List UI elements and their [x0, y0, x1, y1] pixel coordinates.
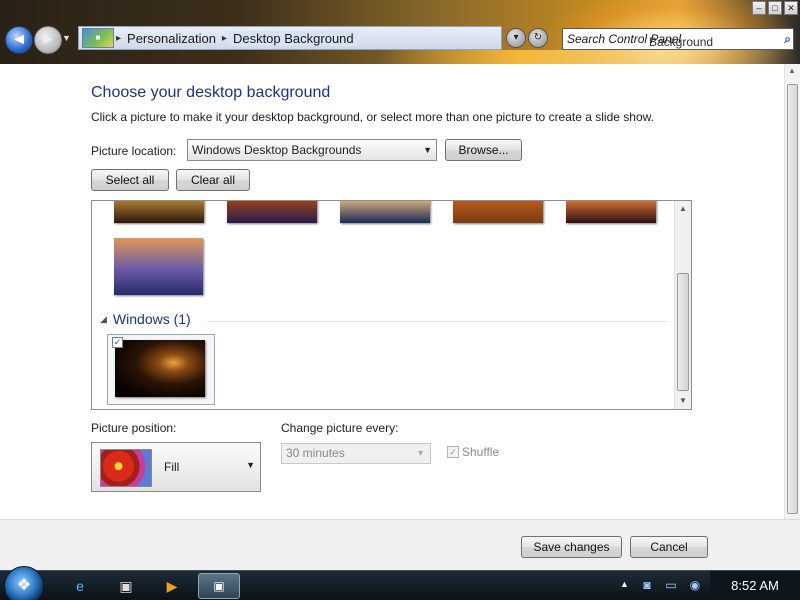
maximize-button[interactable]: □ — [768, 1, 782, 15]
taskbar: ❖ e ▣ ▶ ▣ ▲ ◙ ▭ ◉ 8:52 AM — [0, 566, 800, 600]
picture-location-value: Windows Desktop Backgrounds — [192, 143, 362, 157]
wallpaper-thumbnail[interactable] — [340, 201, 430, 223]
wallpaper-gallery: ◢ Windows (1) ✓ ▲ ▼ — [91, 200, 692, 410]
display-icon[interactable]: ▭ — [662, 575, 680, 595]
page-subtitle: Click a picture to make it your desktop … — [91, 110, 654, 124]
save-changes-button[interactable]: Save changes — [521, 536, 622, 558]
back-button[interactable]: ◄ — [5, 26, 33, 54]
change-interval-select[interactable]: 30 minutes ▼ — [281, 443, 431, 464]
scroll-up-icon[interactable]: ▲ — [675, 201, 691, 217]
search-input[interactable]: Search Control Panel Background ⌕ — [562, 28, 794, 50]
position-preview-image — [100, 449, 152, 487]
address-bar[interactable]: ■ ▸ Personalization ▸ Desktop Background — [78, 26, 502, 50]
close-button[interactable]: ✕ — [784, 1, 798, 15]
title-bar: – □ ✕ ◄ ► ▼ ■ ▸ Personalization ▸ Deskto… — [0, 0, 800, 64]
select-all-button[interactable]: Select all — [91, 169, 169, 191]
address-dropdown-icon[interactable]: ▾ — [506, 28, 526, 48]
wallpaper-thumbnail[interactable] — [566, 201, 656, 223]
wallpaper-thumbnail[interactable] — [114, 238, 203, 295]
control-panel-icon: ■ — [82, 28, 114, 48]
taskbar-clock[interactable]: 8:52 AM — [710, 571, 800, 600]
selected-wallpaper-tile[interactable]: ✓ — [107, 334, 215, 405]
scroll-up-icon[interactable]: ▲ — [788, 66, 796, 75]
minimize-button[interactable]: – — [752, 1, 766, 15]
chevron-down-icon: ▼ — [416, 448, 425, 458]
gallery-scroll-thumb[interactable] — [677, 273, 689, 391]
content-pane: Choose your desktop background Click a p… — [0, 64, 784, 519]
wallpaper-thumbnail-selected[interactable] — [115, 340, 205, 397]
breadcrumb-separator[interactable]: ▸ — [114, 33, 123, 44]
wallpaper-thumbnail[interactable] — [453, 201, 543, 223]
title-streak — [380, 50, 800, 64]
page-title: Choose your desktop background — [91, 84, 331, 101]
main-scroll-thumb[interactable] — [787, 84, 798, 514]
picture-location-label: Picture location: — [91, 144, 177, 158]
shuffle-check-icon[interactable]: ✓ — [447, 446, 459, 458]
media-player-icon[interactable]: ▶ — [160, 575, 184, 597]
search-icon[interactable]: ⌕ — [784, 29, 791, 49]
volume-icon[interactable]: ◉ — [686, 575, 704, 595]
breadcrumb-personalization[interactable]: Personalization — [123, 31, 220, 46]
change-interval-value: 30 minutes — [286, 446, 345, 460]
change-interval-label: Change picture every: — [281, 421, 399, 435]
address-tools: ▾ ↻ — [506, 28, 548, 48]
wallpaper-thumbnail[interactable] — [114, 201, 204, 223]
taskbar-control-panel-button[interactable]: ▣ — [198, 573, 240, 599]
scroll-down-icon[interactable]: ▼ — [675, 393, 691, 409]
picture-location-select[interactable]: Windows Desktop Backgrounds ▼ — [187, 139, 437, 161]
shuffle-label: Shuffle — [462, 445, 500, 459]
forward-button[interactable]: ► — [34, 26, 62, 54]
group-header-label: Windows (1) — [112, 311, 191, 327]
picture-position-select[interactable]: Fill ▼ — [91, 442, 261, 492]
breadcrumb-separator[interactable]: ▸ — [220, 33, 229, 44]
breadcrumb-desktop-background[interactable]: Desktop Background — [228, 30, 358, 46]
search-ghost-text: Background — [649, 35, 714, 49]
window-controls: – □ ✕ — [752, 1, 798, 15]
group-header-windows[interactable]: ◢ Windows (1) — [100, 311, 191, 327]
notification-area: ◙ ▭ ◉ — [638, 575, 704, 595]
picture-position-value: Fill — [164, 460, 180, 474]
wallpaper-thumbnail[interactable] — [227, 201, 317, 223]
collapse-triangle-icon[interactable]: ◢ — [100, 314, 107, 325]
recent-pages-dropdown[interactable]: ▼ — [62, 33, 74, 47]
switch-windows-icon[interactable]: ▣ — [114, 575, 138, 597]
tray-expand-icon[interactable]: ▲ — [620, 579, 629, 589]
dialog-footer: Save changes Cancel — [0, 519, 800, 570]
clear-all-button[interactable]: Clear all — [176, 169, 250, 191]
wallpaper-checkbox[interactable]: ✓ — [112, 337, 123, 348]
chevron-down-icon: ▼ — [246, 460, 255, 470]
browse-button[interactable]: Browse... — [445, 139, 522, 161]
main-scrollbar[interactable]: ▲ — [784, 64, 800, 519]
group-divider — [207, 321, 667, 322]
cancel-button[interactable]: Cancel — [630, 536, 708, 558]
internet-explorer-icon[interactable]: e — [68, 575, 92, 597]
shuffle-checkbox[interactable]: ✓ Shuffle — [447, 445, 499, 459]
network-icon[interactable]: ◙ — [638, 575, 656, 595]
windows-orb-icon[interactable]: ❖ — [4, 566, 44, 600]
chevron-down-icon: ▼ — [423, 145, 432, 155]
refresh-icon[interactable]: ↻ — [528, 28, 548, 48]
gallery-scrollbar[interactable]: ▲ ▼ — [674, 201, 691, 409]
picture-position-label: Picture position: — [91, 421, 177, 435]
